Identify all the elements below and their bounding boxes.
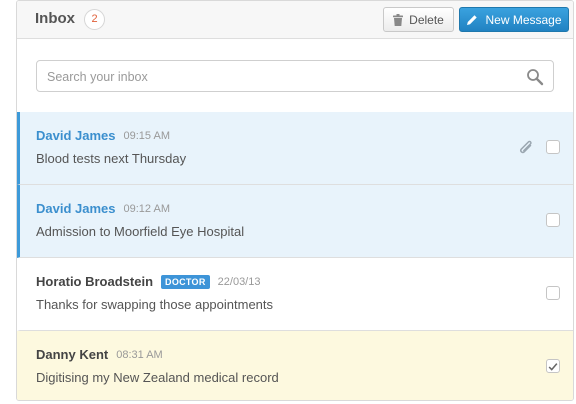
message-row[interactable]: Danny Kent 08:31 AM Digitising my New Zeal… — [17, 331, 573, 400]
search-input[interactable] — [47, 67, 507, 87]
inbox-title: Inbox — [35, 10, 75, 27]
message-header-line: David James 09:12 AM — [36, 201, 170, 216]
message-header-line: Horatio Broadstein DOCTOR 22/03/13 — [36, 274, 260, 289]
message-sender: Danny Kent — [36, 347, 109, 362]
search-icon[interactable] — [526, 68, 544, 86]
search-box — [36, 60, 554, 92]
message-header-line: David James 09:15 AM — [36, 128, 170, 143]
delete-button[interactable]: Delete — [383, 7, 454, 32]
inbox-header: Inbox 2 Delete New Message — [17, 1, 573, 39]
message-row[interactable]: David James 09:12 AM Admission to Moorfiel… — [17, 185, 573, 258]
message-sender: Horatio Broadstein — [36, 274, 154, 289]
message-time: 08:31 AM — [116, 348, 163, 361]
message-row[interactable]: David James 09:15 AM Blood tests next Thur… — [17, 112, 573, 185]
message-row[interactable]: Horatio Broadstein DOCTOR 22/03/13 Thanks f… — [17, 258, 573, 331]
message-subject: Blood tests next Thursday — [36, 151, 187, 166]
message-header-line: Danny Kent 08:31 AM — [36, 347, 163, 362]
message-time: 22/03/13 — [217, 275, 261, 288]
select-checkbox[interactable] — [546, 213, 560, 227]
select-checkbox[interactable] — [546, 286, 560, 300]
pencil-icon — [467, 14, 478, 25]
message-subject: Thanks for swapping those appointments — [36, 297, 274, 312]
message-time: 09:15 AM — [123, 129, 170, 142]
message-time: 09:12 AM — [123, 202, 170, 215]
unread-count-badge: 2 — [84, 9, 105, 30]
checkmark-icon — [548, 363, 558, 371]
inbox-panel: Inbox 2 Delete New Message David Jam — [16, 0, 574, 401]
paperclip-icon — [520, 140, 532, 154]
role-tag: DOCTOR — [161, 274, 210, 289]
delete-button-label: Delete — [409, 12, 444, 27]
message-sender: David James — [36, 201, 116, 216]
message-sender: David James — [36, 128, 116, 143]
new-message-button-label: New Message — [485, 12, 562, 27]
message-subject: Digitising my New Zealand medical record — [36, 370, 279, 385]
select-checkbox[interactable] — [546, 140, 560, 154]
trash-icon — [393, 13, 404, 26]
message-subject: Admission to Moorfield Eye Hospital — [36, 224, 245, 239]
select-checkbox[interactable] — [546, 359, 560, 373]
new-message-button[interactable]: New Message — [459, 7, 569, 32]
search-area — [17, 39, 573, 113]
